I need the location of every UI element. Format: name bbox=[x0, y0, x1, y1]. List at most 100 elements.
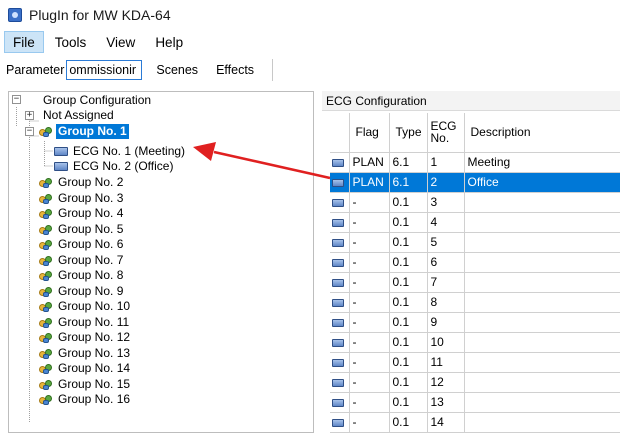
row-icon-cell[interactable] bbox=[330, 352, 350, 373]
flag-cell[interactable]: - bbox=[349, 212, 390, 233]
tab-effects[interactable]: Effects bbox=[212, 59, 258, 81]
row-icon-cell[interactable] bbox=[330, 372, 350, 393]
menu-view[interactable]: View bbox=[97, 31, 144, 53]
tree-ecg-1[interactable]: ECG No. 1 (Meeting) bbox=[54, 144, 187, 159]
type-cell[interactable]: 6.1 bbox=[389, 172, 428, 193]
ecg-table-row[interactable]: -0.1 8 bbox=[330, 292, 620, 313]
tree-group-1[interactable]: Group No. 1 bbox=[39, 124, 129, 139]
menu-tools[interactable]: Tools bbox=[46, 31, 96, 53]
tree-group-item[interactable]: Group No. 14 bbox=[39, 361, 132, 376]
tab-parameter[interactable]: Parameter bbox=[0, 59, 64, 81]
tree-group-item[interactable]: Group No. 6 bbox=[39, 237, 125, 252]
group-1-expander[interactable]: − bbox=[25, 127, 34, 136]
description-cell[interactable]: Office bbox=[464, 172, 620, 193]
menu-file[interactable]: File bbox=[4, 31, 44, 53]
flag-cell[interactable]: - bbox=[349, 252, 390, 273]
ecg-no-cell[interactable]: 9 bbox=[427, 312, 465, 333]
ecg-no-cell[interactable]: 5 bbox=[427, 232, 465, 253]
description-cell[interactable] bbox=[464, 412, 620, 433]
tree-root[interactable]: Group Configuration bbox=[41, 93, 153, 108]
row-icon-cell[interactable] bbox=[330, 252, 350, 273]
type-cell[interactable]: 0.1 bbox=[389, 232, 428, 253]
row-icon-cell[interactable] bbox=[330, 272, 350, 293]
column-header-description[interactable]: Description bbox=[464, 113, 620, 153]
description-cell[interactable] bbox=[464, 332, 620, 353]
ecg-no-cell[interactable]: 3 bbox=[427, 192, 465, 213]
tree-group-item[interactable]: Group No. 13 bbox=[39, 346, 132, 361]
not-assigned-expander[interactable]: + bbox=[25, 111, 34, 120]
tree-group-item[interactable]: Group No. 4 bbox=[39, 206, 125, 221]
row-icon-cell[interactable] bbox=[330, 332, 350, 353]
row-icon-cell[interactable] bbox=[330, 392, 350, 413]
description-cell[interactable] bbox=[464, 292, 620, 313]
type-cell[interactable]: 0.1 bbox=[389, 372, 428, 393]
tree-group-item[interactable]: Group No. 16 bbox=[39, 392, 132, 407]
ecg-table-row[interactable]: -0.1 6 bbox=[330, 252, 620, 273]
tree-group-item[interactable]: Group No. 10 bbox=[39, 299, 132, 314]
description-cell[interactable] bbox=[464, 212, 620, 233]
flag-cell[interactable]: - bbox=[349, 292, 390, 313]
type-cell[interactable]: 0.1 bbox=[389, 412, 428, 433]
tree-ecg-2[interactable]: ECG No. 2 (Office) bbox=[54, 159, 175, 174]
ecg-table-row[interactable]: -0.1 10 bbox=[330, 332, 620, 353]
ecg-table[interactable]: Flag Type ECG No. Description PLAN 6.1 1 Mee… bbox=[330, 113, 620, 433]
ecg-table-row[interactable]: -0.1 7 bbox=[330, 272, 620, 293]
row-icon-cell[interactable] bbox=[330, 292, 350, 313]
ecg-table-row[interactable]: -0.1 11 bbox=[330, 352, 620, 373]
tree-group-item[interactable]: Group No. 7 bbox=[39, 253, 125, 268]
column-header-icon[interactable] bbox=[330, 113, 350, 153]
tree-group-item[interactable]: Group No. 8 bbox=[39, 268, 125, 283]
row-icon-cell[interactable] bbox=[330, 152, 350, 173]
description-cell[interactable] bbox=[464, 252, 620, 273]
ecg-no-cell[interactable]: 14 bbox=[427, 412, 465, 433]
tree-group-item[interactable]: Group No. 3 bbox=[39, 191, 125, 206]
ecg-table-row[interactable]: -0.1 14 bbox=[330, 412, 620, 433]
tab-scenes[interactable]: Scenes bbox=[152, 59, 202, 81]
row-icon-cell[interactable] bbox=[330, 412, 350, 433]
type-cell[interactable]: 0.1 bbox=[389, 352, 428, 373]
flag-cell[interactable]: PLAN bbox=[349, 152, 390, 173]
description-cell[interactable] bbox=[464, 192, 620, 213]
row-icon-cell[interactable] bbox=[330, 232, 350, 253]
ecg-table-row[interactable]: -0.1 12 bbox=[330, 372, 620, 393]
ecg-no-cell[interactable]: 7 bbox=[427, 272, 465, 293]
flag-cell[interactable]: - bbox=[349, 232, 390, 253]
description-cell[interactable] bbox=[464, 372, 620, 393]
ecg-table-row[interactable]: -0.1 9 bbox=[330, 312, 620, 333]
ecg-no-cell[interactable]: 12 bbox=[427, 372, 465, 393]
row-icon-cell[interactable] bbox=[330, 312, 350, 333]
flag-cell[interactable]: PLAN bbox=[349, 172, 390, 193]
row-icon-cell[interactable] bbox=[330, 192, 350, 213]
tree-group-item[interactable]: Group No. 12 bbox=[39, 330, 132, 345]
ecg-no-cell[interactable]: 4 bbox=[427, 212, 465, 233]
tree-group-item[interactable]: Group No. 11 bbox=[39, 315, 131, 330]
menu-help[interactable]: Help bbox=[146, 31, 192, 53]
flag-cell[interactable]: - bbox=[349, 412, 390, 433]
description-cell[interactable] bbox=[464, 312, 620, 333]
description-cell[interactable] bbox=[464, 352, 620, 373]
flag-cell[interactable]: - bbox=[349, 332, 390, 353]
column-header-flag[interactable]: Flag bbox=[349, 113, 390, 153]
ecg-no-cell[interactable]: 13 bbox=[427, 392, 465, 413]
description-cell[interactable] bbox=[464, 272, 620, 293]
root-expander[interactable]: − bbox=[12, 95, 21, 104]
ecg-table-row[interactable]: -0.1 4 bbox=[330, 212, 620, 233]
flag-cell[interactable]: - bbox=[349, 272, 390, 293]
type-cell[interactable]: 6.1 bbox=[389, 152, 428, 173]
tree-group-item[interactable]: Group No. 5 bbox=[39, 222, 125, 237]
flag-cell[interactable]: - bbox=[349, 352, 390, 373]
column-header-type[interactable]: Type bbox=[389, 113, 428, 153]
row-icon-cell[interactable] bbox=[330, 172, 350, 193]
flag-cell[interactable]: - bbox=[349, 192, 390, 213]
ecg-no-cell[interactable]: 1 bbox=[427, 152, 465, 173]
flag-cell[interactable]: - bbox=[349, 312, 390, 333]
flag-cell[interactable]: - bbox=[349, 372, 390, 393]
ecg-no-cell[interactable]: 10 bbox=[427, 332, 465, 353]
tree-not-assigned[interactable]: Not Assigned bbox=[41, 108, 116, 123]
tab-commissioning[interactable]: ommissionir bbox=[66, 60, 143, 80]
ecg-table-row[interactable]: -0.1 13 bbox=[330, 392, 620, 413]
tree-group-item[interactable]: Group No. 2 bbox=[39, 175, 125, 190]
type-cell[interactable]: 0.1 bbox=[389, 392, 428, 413]
ecg-table-row[interactable]: PLAN 6.1 1 Meeting bbox=[330, 152, 620, 173]
ecg-no-cell[interactable]: 8 bbox=[427, 292, 465, 313]
